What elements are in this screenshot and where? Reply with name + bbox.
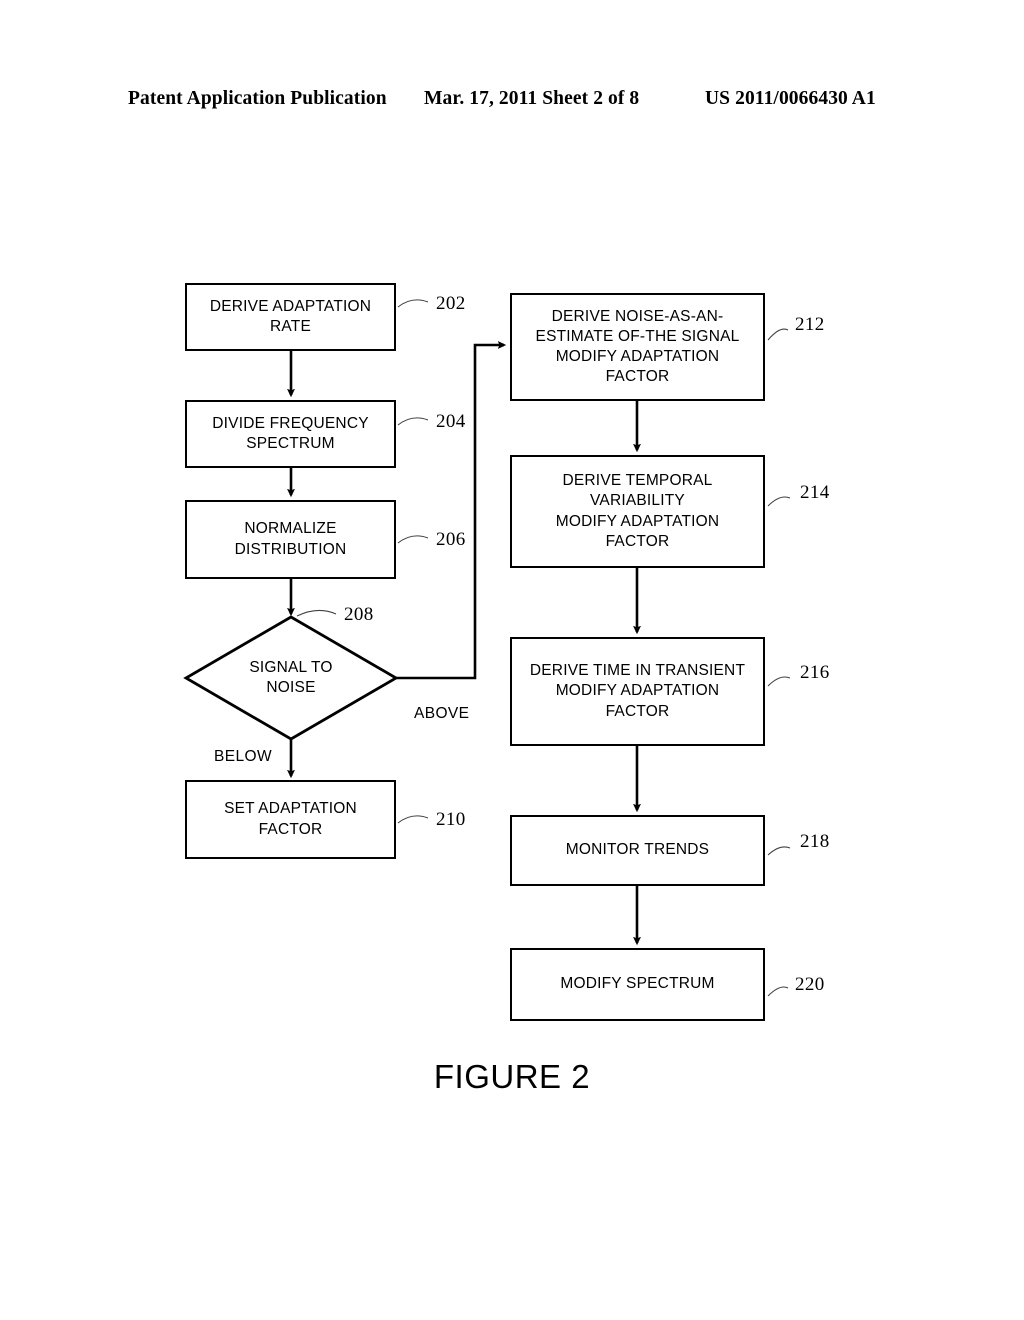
- leader-line-208: [296, 609, 337, 617]
- flow-node-216-label: DERIVE TIME IN TRANSIENT MODIFY ADAPTATI…: [529, 662, 746, 720]
- flow-node-218[interactable]: MONITOR TRENDS: [510, 815, 765, 886]
- leader-line-206: [397, 535, 429, 544]
- leader-line-218: [767, 846, 791, 856]
- reference-numeral-216: 216: [800, 662, 830, 683]
- flow-node-212[interactable]: DERIVE NOISE-AS-AN- ESTIMATE OF-THE SIGN…: [510, 293, 765, 401]
- leader-line-210: [397, 815, 429, 824]
- leader-line-220: [767, 986, 789, 997]
- flow-node-214-label: DERIVE TEMPORAL VARIABILITY MODIFY ADAPT…: [555, 472, 720, 550]
- branch-label-above: ABOVE: [414, 705, 470, 722]
- flow-node-204-label: DIVIDE FREQUENCY SPECTRUM: [212, 414, 369, 452]
- reference-numeral-208: 208: [344, 604, 374, 625]
- reference-numeral-202: 202: [436, 293, 466, 314]
- reference-numeral-214: 214: [800, 482, 830, 503]
- flow-node-212-label: DERIVE NOISE-AS-AN- ESTIMATE OF-THE SIGN…: [535, 307, 740, 386]
- branch-label-below: BELOW: [214, 748, 272, 765]
- connector-208-212: [396, 341, 507, 680]
- flow-node-216[interactable]: DERIVE TIME IN TRANSIENT MODIFY ADAPTATI…: [510, 637, 765, 746]
- reference-numeral-210: 210: [436, 809, 466, 830]
- flow-node-202-label: DERIVE ADAPTATION RATE: [209, 297, 372, 335]
- flow-node-214[interactable]: DERIVE TEMPORAL VARIABILITY MODIFY ADAPT…: [510, 455, 765, 568]
- flow-node-220-label: MODIFY SPECTRUM: [560, 975, 715, 993]
- leader-line-204: [397, 417, 429, 426]
- flow-node-210-label: SET ADAPTATION FACTOR: [224, 800, 357, 838]
- flow-node-208[interactable]: SIGNAL TO NOISE: [186, 617, 396, 739]
- reference-numeral-220: 220: [795, 974, 825, 995]
- reference-numeral-218: 218: [800, 831, 830, 852]
- flow-node-204[interactable]: DIVIDE FREQUENCY SPECTRUM: [185, 400, 396, 468]
- flow-node-202[interactable]: DERIVE ADAPTATION RATE: [185, 283, 396, 351]
- figure-caption: FIGURE 2: [433, 1058, 591, 1095]
- flow-node-210[interactable]: SET ADAPTATION FACTOR: [185, 780, 396, 859]
- flow-node-206-label: NORMALIZE DISTRIBUTION: [234, 520, 347, 558]
- flowchart-figure: DERIVE ADAPTATION RATE DIVIDE FREQUENCY …: [0, 0, 1024, 1320]
- flow-node-208-label: SIGNAL TO NOISE: [249, 658, 333, 696]
- leader-line-212: [767, 328, 789, 341]
- leader-line-216: [767, 676, 791, 687]
- leader-line-214: [767, 496, 791, 507]
- reference-numeral-204: 204: [436, 411, 466, 432]
- reference-numeral-206: 206: [436, 529, 466, 550]
- leader-line-202: [397, 299, 429, 308]
- flow-node-220[interactable]: MODIFY SPECTRUM: [510, 948, 765, 1021]
- reference-numeral-212: 212: [795, 314, 825, 335]
- flow-node-206[interactable]: NORMALIZE DISTRIBUTION: [185, 500, 396, 579]
- flow-node-218-label: MONITOR TRENDS: [565, 841, 710, 859]
